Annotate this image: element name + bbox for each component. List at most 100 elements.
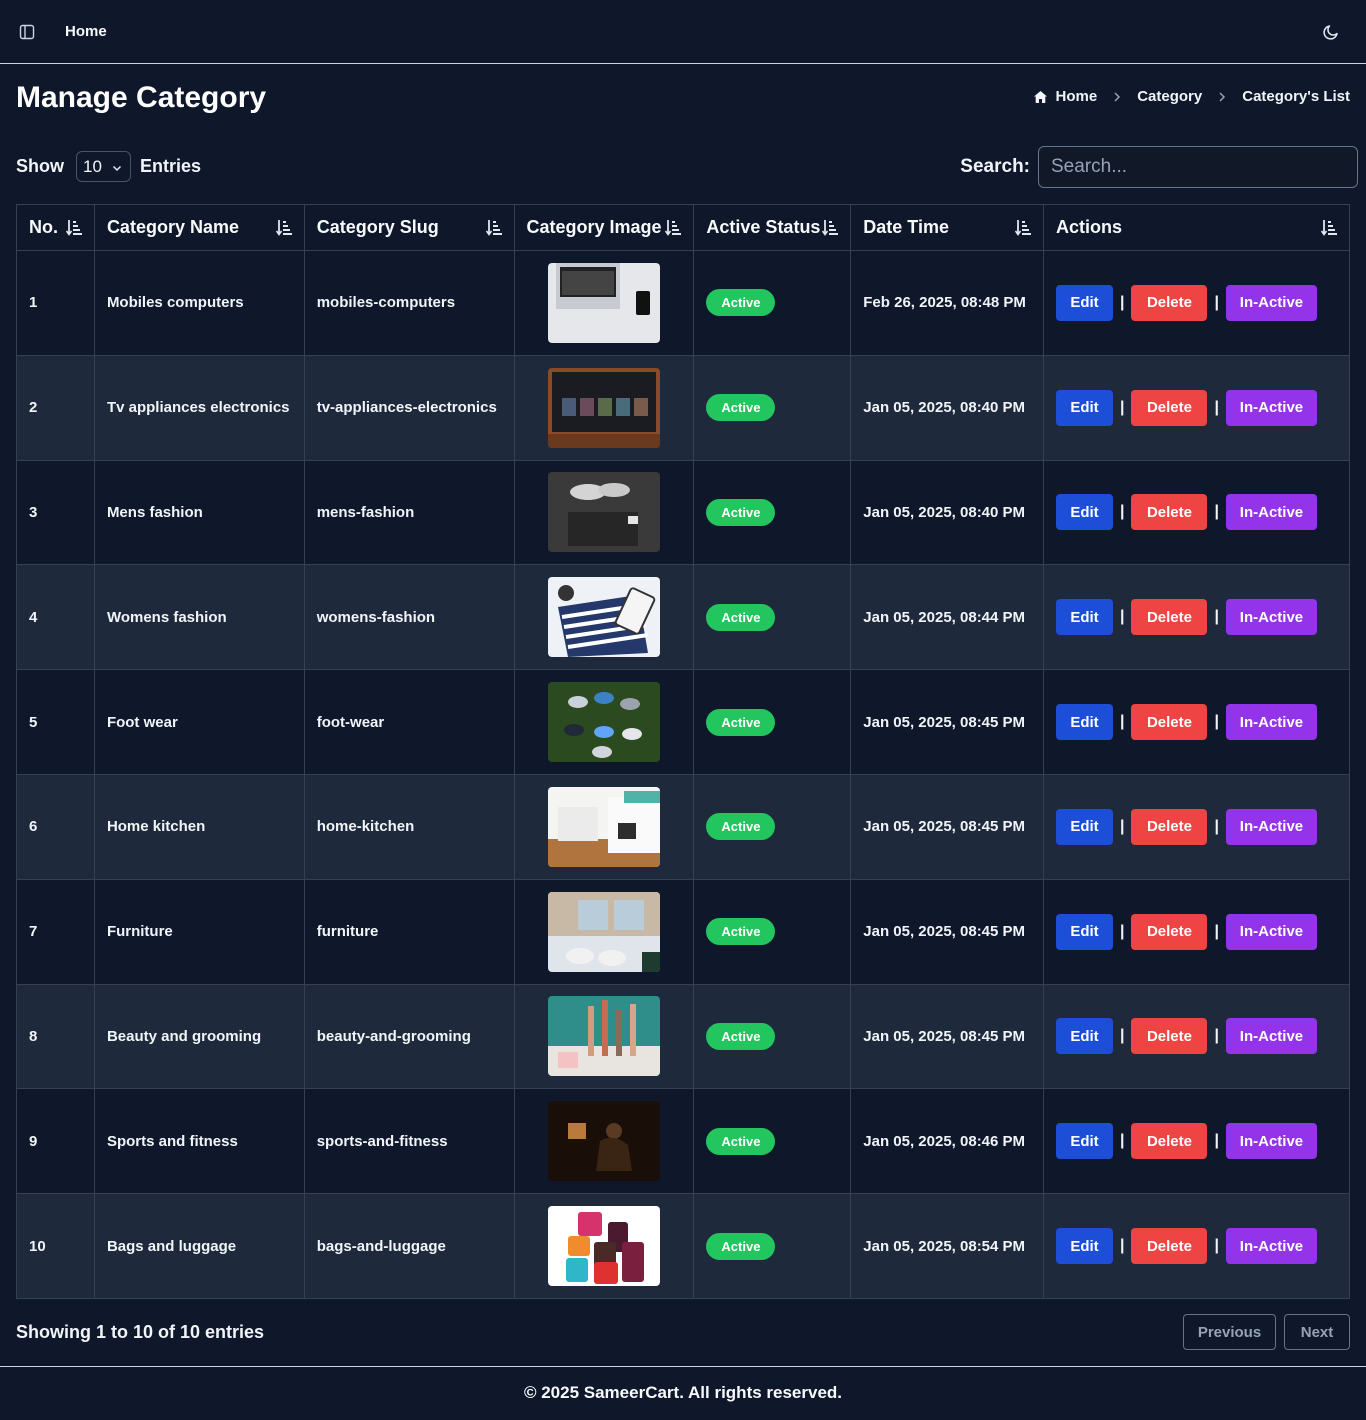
next-button[interactable]: Next	[1284, 1314, 1350, 1350]
edit-button[interactable]: Edit	[1056, 1228, 1113, 1265]
action-separator: |	[1214, 293, 1219, 311]
edit-button[interactable]: Edit	[1056, 284, 1113, 321]
row-actions: Edit | Delete | In-Active	[1056, 389, 1337, 426]
row-actions: Edit | Delete | In-Active	[1056, 704, 1337, 741]
cell-actions: Edit | Delete | In-Active	[1043, 564, 1350, 671]
topbar-home-link[interactable]: Home	[65, 23, 107, 40]
row-number: 9	[29, 1132, 38, 1150]
cell-status: Active	[693, 564, 852, 671]
previous-button[interactable]: Previous	[1183, 1314, 1276, 1350]
column-header[interactable]: Category Image	[513, 204, 695, 251]
sort-icon[interactable]	[275, 219, 292, 236]
sort-icon[interactable]	[1014, 219, 1031, 236]
edit-button[interactable]: Edit	[1056, 704, 1113, 741]
column-header[interactable]: Category Name	[93, 204, 305, 251]
cell-image	[513, 669, 695, 775]
cell-status: Active	[693, 983, 852, 1090]
cell-name: Mobiles computers	[93, 250, 305, 356]
row-actions: Edit | Delete | In-Active	[1056, 599, 1337, 636]
delete-button[interactable]: Delete	[1131, 704, 1208, 741]
edit-button[interactable]: Edit	[1056, 1123, 1113, 1160]
sort-icon[interactable]	[665, 219, 682, 236]
cell-slug: bags-and-luggage	[303, 1193, 515, 1299]
delete-button[interactable]: Delete	[1131, 599, 1208, 636]
delete-button[interactable]: Delete	[1131, 913, 1208, 950]
page-footer: © 2025 SameerCart. All rights reserved.	[0, 1366, 1366, 1420]
date-time: Jan 05, 2025, 08:45 PM	[863, 923, 1026, 941]
category-slug: mens-fashion	[316, 503, 415, 521]
cell-status: Active	[693, 1193, 852, 1299]
column-header[interactable]: Actions	[1043, 204, 1350, 251]
edit-button[interactable]: Edit	[1056, 913, 1113, 950]
inactive-button[interactable]: In-Active	[1225, 808, 1317, 845]
column-header-label: Category Image	[526, 217, 662, 237]
delete-button[interactable]: Delete	[1131, 808, 1208, 845]
delete-button[interactable]: Delete	[1131, 1228, 1208, 1265]
delete-button[interactable]: Delete	[1131, 1123, 1208, 1160]
entries-label: Entries	[140, 156, 202, 176]
breadcrumb-home[interactable]: Home	[1056, 88, 1098, 105]
sidebar-toggle-icon[interactable]	[18, 23, 36, 41]
edit-button[interactable]: Edit	[1056, 1018, 1113, 1055]
sort-icon[interactable]	[485, 219, 502, 236]
column-header[interactable]: Category Slug	[303, 204, 515, 251]
sort-icon[interactable]	[1320, 219, 1337, 236]
row-actions: Edit | Delete | In-Active	[1056, 1018, 1337, 1055]
delete-button[interactable]: Delete	[1131, 1018, 1208, 1055]
entries-select[interactable]: 10	[76, 151, 131, 182]
column-header[interactable]: No.	[16, 204, 95, 251]
inactive-button[interactable]: In-Active	[1225, 494, 1317, 531]
inactive-button[interactable]: In-Active	[1225, 284, 1317, 321]
category-image	[527, 682, 682, 763]
category-slug: womens-fashion	[316, 608, 436, 626]
cell-slug: beauty-and-grooming	[303, 983, 515, 1090]
sort-icon[interactable]	[65, 219, 82, 236]
cell-actions: Edit | Delete | In-Active	[1043, 983, 1350, 1090]
sort-icon[interactable]	[822, 219, 839, 236]
moon-icon[interactable]	[1322, 23, 1340, 41]
row-number: 6	[29, 818, 38, 836]
cell-datetime: Jan 05, 2025, 08:45 PM	[850, 878, 1044, 985]
cell-no: 8	[16, 983, 95, 1090]
category-name: Beauty and grooming	[106, 1027, 262, 1045]
edit-button[interactable]: Edit	[1056, 599, 1113, 636]
cell-no: 4	[16, 564, 95, 671]
date-time: Jan 05, 2025, 08:46 PM	[863, 1132, 1026, 1150]
inactive-button[interactable]: In-Active	[1225, 913, 1317, 950]
row-actions: Edit | Delete | In-Active	[1056, 1228, 1337, 1265]
row-actions: Edit | Delete | In-Active	[1056, 808, 1337, 845]
inactive-button[interactable]: In-Active	[1225, 704, 1317, 741]
edit-button[interactable]: Edit	[1056, 389, 1113, 426]
column-header[interactable]: Date Time	[850, 204, 1044, 251]
table-row: 7 Furniture furniture Active Jan 05, 2025, 0…	[16, 878, 1350, 985]
inactive-button[interactable]: In-Active	[1225, 1228, 1317, 1265]
row-actions: Edit | Delete | In-Active	[1056, 1123, 1337, 1160]
column-header-label: Active Status	[706, 217, 821, 237]
action-separator: |	[1120, 398, 1125, 416]
inactive-button[interactable]: In-Active	[1225, 389, 1317, 426]
table-row: 9 Sports and fitness sports-and-fitness Act…	[16, 1088, 1350, 1195]
table-row: 4 Womens fashion womens-fashion Active Jan 0…	[16, 564, 1350, 671]
category-name: Furniture	[106, 923, 173, 941]
category-name: Sports and fitness	[106, 1132, 238, 1150]
top-bar: Home	[0, 0, 1366, 64]
search-input[interactable]	[1038, 146, 1358, 188]
action-separator: |	[1120, 922, 1125, 940]
date-time: Jan 05, 2025, 08:45 PM	[863, 713, 1026, 731]
row-actions: Edit | Delete | In-Active	[1056, 913, 1337, 950]
inactive-button[interactable]: In-Active	[1225, 1123, 1317, 1160]
delete-button[interactable]: Delete	[1131, 389, 1208, 426]
inactive-button[interactable]: In-Active	[1225, 599, 1317, 636]
delete-button[interactable]: Delete	[1131, 494, 1208, 531]
cell-slug: mobiles-computers	[303, 250, 515, 356]
table-row: 5 Foot wear foot-wear Active Jan 05, 2025, 0…	[16, 669, 1350, 775]
column-header-label: No.	[29, 217, 58, 237]
breadcrumb-category[interactable]: Category	[1137, 88, 1202, 105]
inactive-button[interactable]: In-Active	[1225, 1018, 1317, 1055]
column-header[interactable]: Active Status	[693, 204, 852, 251]
table-controls: Show 10 Entries Search:	[0, 134, 1366, 204]
edit-button[interactable]: Edit	[1056, 494, 1113, 531]
edit-button[interactable]: Edit	[1056, 808, 1113, 845]
delete-button[interactable]: Delete	[1131, 284, 1208, 321]
category-name: Home kitchen	[106, 818, 206, 836]
